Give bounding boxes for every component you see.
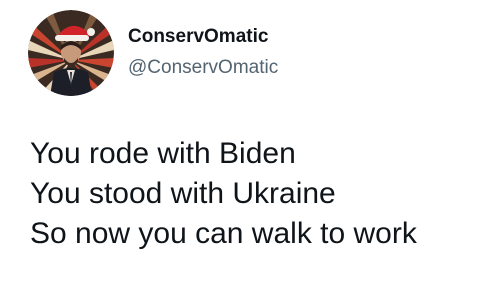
tweet-card: ConservOmatic @ConservOmatic You rode wi… <box>0 0 500 288</box>
tweet-line: You stood with Ukraine <box>30 177 336 210</box>
tweet-line: You rode with Biden <box>30 137 296 170</box>
avatar-image <box>28 10 114 96</box>
avatar[interactable] <box>28 10 114 96</box>
tweet-text: You rode with Biden You stood with Ukrai… <box>30 134 490 254</box>
tweet-line: So now you can walk to work <box>30 217 417 250</box>
author-display-name[interactable]: ConservOmatic <box>128 25 268 49</box>
author-handle[interactable]: @ConservOmatic <box>128 56 278 80</box>
